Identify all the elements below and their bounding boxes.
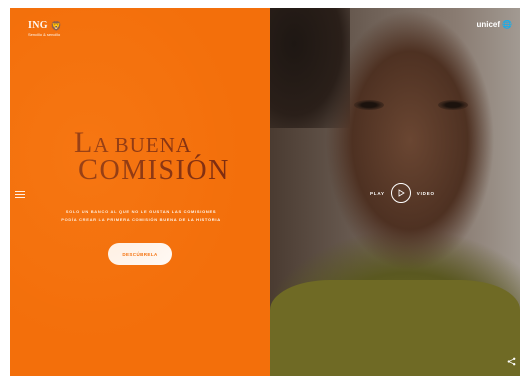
photo-eye-right — [438, 100, 468, 110]
unicef-globe-icon: 🌐 — [502, 20, 512, 29]
unicef-wordmark: unicef — [476, 20, 501, 29]
unicef-logo[interactable]: unicef 🌐 — [476, 20, 512, 29]
subtitle-line-2: PODÍA CREAR LA PRIMERA COMISIÓN BUENA DE… — [61, 217, 221, 222]
campaign-subtitle: SOLO UN BANCO AL QUE NO LE GUSTAN LAS CO… — [36, 208, 246, 224]
ing-tagline: Sencillo & sencillo — [28, 32, 61, 37]
menu-icon[interactable] — [15, 191, 25, 199]
photo-hair — [270, 8, 350, 128]
ing-lion-icon: 🦁 — [50, 21, 63, 31]
campaign-panel: ING 🦁 Sencillo & sencillo LA BUENA COMIS… — [10, 8, 270, 376]
title-line-2: COMISIÓN — [78, 153, 234, 186]
ing-logo[interactable]: ING 🦁 Sencillo & sencillo — [28, 20, 63, 38]
title-rest-2: OMISIÓN — [99, 155, 230, 186]
video-label: VIDEO — [416, 190, 435, 196]
subtitle-line-1: SOLO UN BANCO AL QUE NO LE GUSTAN LAS CO… — [65, 209, 217, 214]
title-initial-c: C — [78, 153, 100, 186]
play-icon — [390, 183, 411, 203]
campaign-title: LA BUENA COMISIÓN — [74, 128, 234, 186]
title-rest-1: A BUENA — [93, 133, 192, 157]
play-label: PLAY — [370, 190, 385, 196]
discover-button[interactable]: DESCÚBRELA — [108, 243, 172, 265]
video-panel: unicef 🌐 PLAY VIDEO — [270, 8, 520, 376]
ing-wordmark: ING — [28, 20, 48, 31]
photo-shirt — [270, 280, 520, 376]
play-video-button[interactable]: PLAY VIDEO — [370, 183, 435, 203]
share-icon[interactable] — [507, 357, 516, 368]
photo-eye-left — [354, 100, 384, 110]
